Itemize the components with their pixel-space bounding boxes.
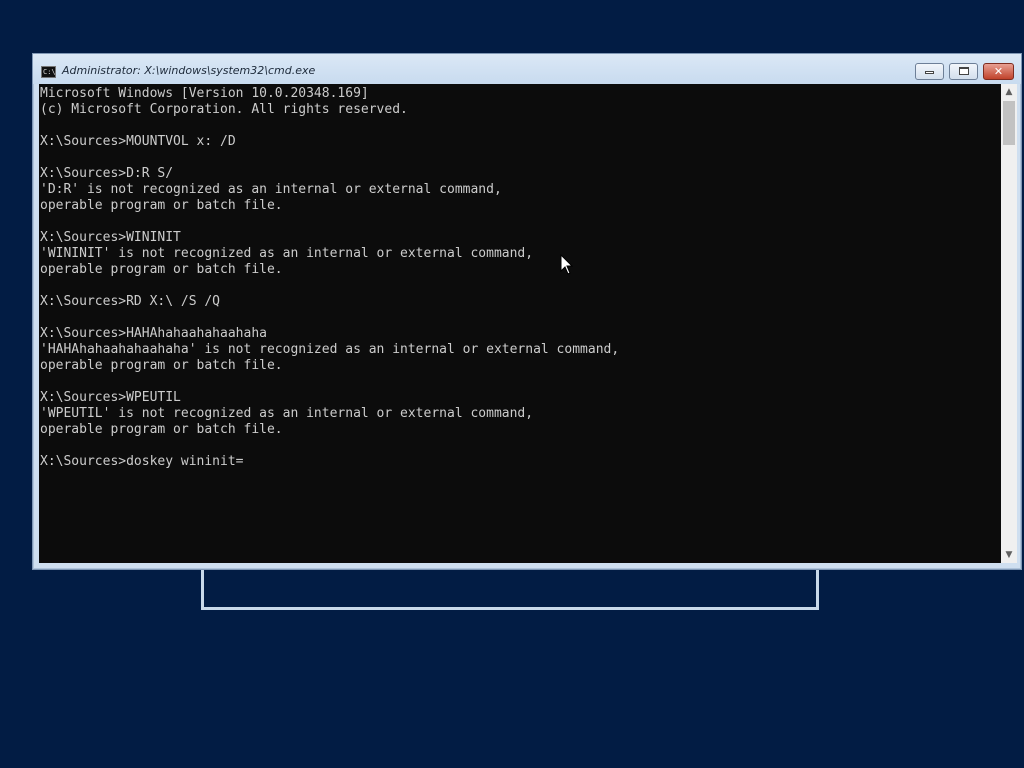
close-button[interactable]: ✕ (983, 63, 1014, 80)
scroll-down-icon[interactable]: ▼ (1001, 547, 1017, 563)
window-title: Administrator: X:\windows\system32\cmd.e… (62, 64, 316, 77)
console-line: 'WININIT' is not recognized as an intern… (40, 246, 534, 261)
console-line: Microsoft Windows [Version 10.0.20348.16… (40, 86, 369, 101)
maximize-button[interactable] (949, 63, 978, 80)
console-line: X:\Sources>WPEUTIL (40, 390, 181, 405)
vertical-scrollbar[interactable]: ▲ ▼ (1001, 84, 1017, 563)
console-line: X:\Sources>HAHAhahaahahaahaha (40, 326, 267, 341)
console-line: X:\Sources>D:R S/ (40, 166, 174, 181)
console-line: X:\Sources>WININIT (40, 230, 181, 245)
console-line: X:\Sources>MOUNTVOL x: /D (40, 134, 236, 149)
cmd-window[interactable]: C:\ Administrator: X:\windows\system32\c… (32, 53, 1022, 570)
close-icon: ✕ (993, 65, 1004, 78)
console-text: Microsoft Windows [Version 10.0.20348.16… (40, 86, 619, 470)
scroll-thumb[interactable] (1003, 101, 1015, 145)
minimize-button[interactable] (915, 63, 944, 80)
maximize-icon (958, 67, 969, 75)
console-line: operable program or batch file. (40, 262, 283, 277)
minimize-icon (925, 71, 934, 74)
console-line: (c) Microsoft Corporation. All rights re… (40, 102, 408, 117)
console-line: 'D:R' is not recognized as an internal o… (40, 182, 502, 197)
console-output[interactable]: Microsoft Windows [Version 10.0.20348.16… (39, 84, 1001, 563)
console-line: 'WPEUTIL' is not recognized as an intern… (40, 406, 534, 421)
console-line: operable program or batch file. (40, 422, 283, 437)
cmd-icon: C:\ (41, 66, 56, 78)
desktop-background: C:\ Administrator: X:\windows\system32\c… (0, 0, 1024, 768)
console-line: X:\Sources>RD X:\ /S /Q (40, 294, 221, 309)
console-line: operable program or batch file. (40, 198, 283, 213)
scroll-up-icon[interactable]: ▲ (1001, 84, 1017, 100)
console-line: 'HAHAhahaahahaahaha' is not recognized a… (40, 342, 620, 357)
title-bar[interactable]: C:\ Administrator: X:\windows\system32\c… (33, 54, 1021, 84)
console-line: operable program or batch file. (40, 358, 283, 373)
console-line: X:\Sources>doskey wininit= (40, 454, 244, 469)
